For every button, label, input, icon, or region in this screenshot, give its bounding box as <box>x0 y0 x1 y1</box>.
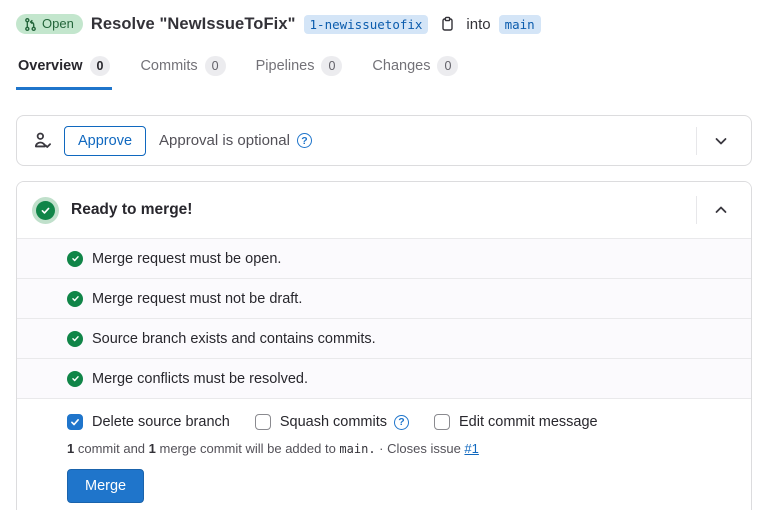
merge-check-label: Merge request must not be draft. <box>92 291 302 307</box>
option-squash-commits[interactable]: Squash commits ? <box>255 414 409 430</box>
tab-label: Commits <box>140 58 197 74</box>
merge-commit-count: 1 <box>149 441 156 456</box>
option-edit-commit-message[interactable]: Edit commit message <box>434 414 598 430</box>
tab-overview[interactable]: Overview 0 <box>16 50 112 90</box>
merge-footer: Delete source branch Squash commits ? Ed… <box>17 398 751 510</box>
tab-pipelines[interactable]: Pipelines 0 <box>254 50 345 90</box>
tab-count: 0 <box>90 56 111 76</box>
tab-count: 0 <box>437 56 458 76</box>
checkbox-unchecked-icon[interactable] <box>434 414 450 430</box>
option-label: Squash commits <box>280 414 387 430</box>
mr-header: Open Resolve "NewIssueToFix" 1-newissuet… <box>0 10 768 38</box>
copy-icon <box>439 16 455 32</box>
tab-changes[interactable]: Changes 0 <box>370 50 460 90</box>
approval-icon <box>33 131 52 150</box>
approval-help-icon[interactable]: ? <box>297 133 312 148</box>
merge-check-label: Source branch exists and contains commit… <box>92 331 376 347</box>
status-badge-label: Open <box>42 16 74 32</box>
check-passed-icon <box>67 251 83 267</box>
success-halo <box>32 197 59 224</box>
option-label: Edit commit message <box>459 414 598 430</box>
tab-label: Changes <box>372 58 430 74</box>
merge-check-row: Source branch exists and contains commit… <box>17 318 751 358</box>
tab-count: 0 <box>205 56 226 76</box>
tab-commits[interactable]: Commits 0 <box>138 50 227 90</box>
merge-check-row: Merge conflicts must be resolved. <box>17 358 751 398</box>
chevron-down-icon <box>713 133 729 149</box>
target-branch-badge[interactable]: main <box>499 15 541 34</box>
into-label: into <box>466 16 490 33</box>
approve-button[interactable]: Approve <box>64 126 146 156</box>
summary-text: merge commit will be added to <box>156 441 340 456</box>
checkbox-unchecked-icon[interactable] <box>255 414 271 430</box>
squash-help-icon[interactable]: ? <box>394 415 409 430</box>
tab-label: Overview <box>18 58 83 74</box>
summary-target-branch: main. <box>339 442 375 456</box>
merge-ready-header: Ready to merge! <box>17 182 751 238</box>
copy-branch-button[interactable] <box>436 13 458 35</box>
check-passed-icon <box>67 291 83 307</box>
checkbox-checked-icon[interactable] <box>67 414 83 430</box>
tab-label: Pipelines <box>256 58 315 74</box>
mr-tabs: Overview 0 Commits 0 Pipelines 0 Changes… <box>16 50 752 90</box>
summary-text: · Closes issue <box>376 441 465 456</box>
option-delete-source-branch[interactable]: Delete source branch <box>67 414 230 430</box>
summary-text: commit and <box>74 441 148 456</box>
merge-ready-widget: Ready to merge! Merge request must be op… <box>16 181 752 510</box>
merge-summary: 1 commit and 1 merge commit will be adde… <box>67 441 735 456</box>
approval-expand-button[interactable] <box>697 122 745 160</box>
merge-check-row: Merge request must be open. <box>17 238 751 278</box>
closes-issue-link[interactable]: #1 <box>464 441 478 456</box>
merge-request-icon <box>23 17 38 32</box>
check-passed-icon <box>67 331 83 347</box>
merge-check-row: Merge request must not be draft. <box>17 278 751 318</box>
source-branch-badge[interactable]: 1-newissuetofix <box>304 15 429 34</box>
tab-count: 0 <box>321 56 342 76</box>
success-check-icon <box>36 201 55 220</box>
merge-button[interactable]: Merge <box>67 469 144 503</box>
merge-check-label: Merge request must be open. <box>92 251 281 267</box>
check-passed-icon <box>67 371 83 387</box>
approval-widget: Approve Approval is optional ? <box>16 115 752 166</box>
mr-title: Resolve "NewIssueToFix" <box>91 15 296 34</box>
merge-request-page: Open Resolve "NewIssueToFix" 1-newissuet… <box>0 0 768 510</box>
option-label: Delete source branch <box>92 414 230 430</box>
merge-options-row: Delete source branch Squash commits ? Ed… <box>67 414 735 430</box>
approval-controls <box>696 122 745 160</box>
merge-widget-controls <box>696 191 745 229</box>
approval-note: Approval is optional <box>159 132 290 149</box>
chevron-up-icon <box>713 202 729 218</box>
ready-to-merge-title: Ready to merge! <box>71 201 192 219</box>
status-badge: Open <box>16 14 83 34</box>
merge-widget-collapse-button[interactable] <box>697 191 745 229</box>
merge-check-label: Merge conflicts must be resolved. <box>92 371 308 387</box>
